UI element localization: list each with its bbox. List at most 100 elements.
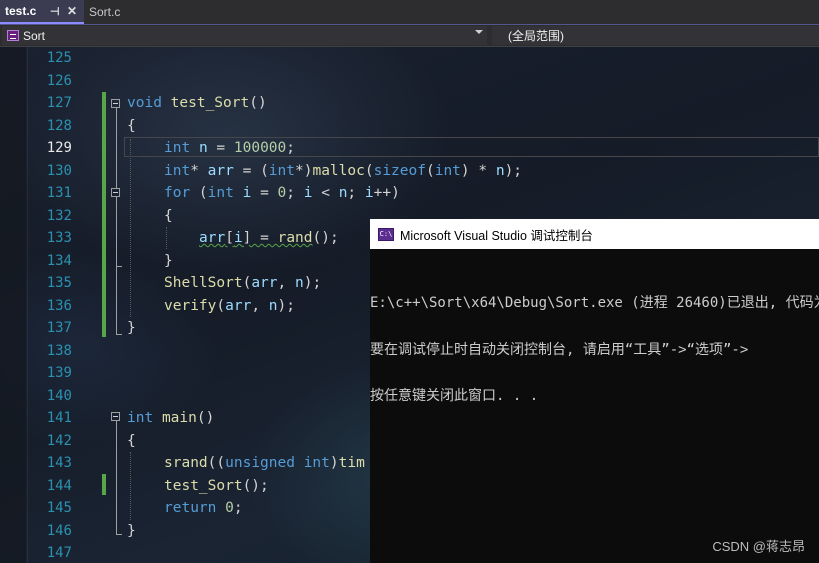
code-token: void [127,95,162,111]
code-token: { [127,117,136,134]
code-line-128[interactable]: { [127,115,136,138]
code-token: = ( [233,162,269,179]
document-tab-strip: test.c ⊣ ✕ Sort.c [0,0,819,24]
indent-guide [130,139,131,317]
code-token: ; [286,185,304,201]
tab-test-c[interactable]: test.c ⊣ ✕ [0,0,84,24]
code-token: arr [207,162,234,179]
chevron-down-icon[interactable] [475,30,483,34]
line-number: 134 [46,252,72,269]
code-line-136[interactable]: verify(arr, n); [164,295,295,318]
console-title: Microsoft Visual Studio 调试控制台 [400,228,593,243]
code-token: tim [338,455,365,471]
code-token: = [251,185,278,201]
code-token: ); [303,275,322,291]
tab-label: test.c [5,4,37,18]
code-token: (( [207,455,226,471]
code-token: ; [233,500,243,516]
line-number: 126 [46,72,72,89]
code-token: () [249,95,267,111]
code-token: ) * [460,162,496,179]
code-token: , [277,275,295,291]
code-line-129[interactable]: int n = 100000; [164,137,295,160]
collapse-icon[interactable] [111,188,120,197]
code-token: } [127,320,136,336]
line-number: 130 [46,162,72,179]
code-line-141[interactable]: int main() [127,407,214,430]
line-number: 144 [46,477,72,494]
console-line: E:\c++\Sort\x64\Debug\Sort.exe (进程 26460… [370,295,819,311]
project-icon [7,30,19,41]
code-token: < [312,185,339,201]
code-token: malloc [312,162,365,179]
code-line-144[interactable]: test_Sort(); [164,475,269,498]
code-token: for [164,185,191,201]
navigation-bar: Sort (全局范围) [0,25,819,47]
code-token: int [164,162,191,179]
pin-icon[interactable]: ⊣ [50,5,60,18]
code-token: 100000 [233,140,287,156]
line-number: 127 [46,95,72,111]
code-line-132[interactable]: { [164,205,173,228]
code-token: () [196,410,215,426]
code-token: rand [277,230,313,246]
line-number: 136 [46,297,72,314]
close-icon[interactable]: ✕ [67,4,77,18]
tab-sort-c[interactable]: Sort.c [84,0,170,24]
code-line-146[interactable]: } [127,520,136,543]
code-token: n [198,140,208,156]
current-line-number: 129 [46,140,72,156]
code-token: ( [425,162,435,179]
line-number: 145 [46,500,72,516]
code-token: main [161,410,197,426]
outline-end [116,534,122,535]
line-number: 147 [46,545,72,561]
code-line-130[interactable]: int* arr = (int*)malloc(sizeof(int) * n)… [164,160,522,183]
code-line-142[interactable]: { [127,430,136,453]
outline-line [116,421,117,534]
code-line-143[interactable]: srand((unsigned int)tim [164,452,365,475]
project-scope-dropdown[interactable]: Sort [2,26,487,45]
line-number: 141 [46,410,72,426]
code-line-135[interactable]: ShellSort(arr, n); [164,272,321,295]
code-line-145[interactable]: return 0; [164,497,243,520]
indent-guide [130,452,131,520]
code-token: verify [164,297,217,314]
code-token: [ [225,230,234,246]
console-line: 按任意键关闭此窗口. . . [370,388,539,404]
code-token: test_Sort [164,477,243,494]
debug-console-window[interactable]: C:\ Microsoft Visual Studio 调试控制台 E:\c++… [370,219,819,563]
line-number: 125 [46,50,72,66]
code-line-131[interactable]: for (int i = 0; i < n; i++) [164,182,400,205]
code-token: ( [242,275,252,291]
code-line-137[interactable]: } [127,317,136,340]
code-token: int [127,410,154,426]
code-token: 0 [225,500,234,516]
console-output[interactable]: E:\c++\Sort\x64\Debug\Sort.exe (进程 26460… [370,265,819,436]
code-token: ); [504,162,523,179]
line-number: 138 [46,342,72,359]
breakpoint-margin[interactable] [0,47,26,563]
global-scope-label: (全局范围) [508,29,564,43]
collapse-icon[interactable] [111,412,120,421]
code-line-134[interactable]: } [164,250,173,273]
line-number: 135 [46,275,72,291]
code-line-127[interactable]: void test_Sort() [127,92,267,115]
global-scope-dropdown[interactable]: (全局范围) [492,26,819,45]
code-line-133[interactable]: arr[i] = rand(); [199,227,339,250]
code-token: n [294,275,304,291]
code-token: n [268,297,278,314]
code-token: ( [216,297,226,314]
line-number: 133 [46,230,72,246]
collapse-icon[interactable] [111,99,120,108]
code-token: *) [295,162,313,179]
code-token: n [495,162,505,179]
code-token: { [127,432,136,449]
line-number: 146 [46,522,72,539]
change-tracking-bar [102,474,106,495]
console-app-icon: C:\ [378,227,394,241]
code-token: i [364,185,374,201]
console-title-bar[interactable]: C:\ Microsoft Visual Studio 调试控制台 [370,219,819,249]
code-token: } [164,252,173,269]
